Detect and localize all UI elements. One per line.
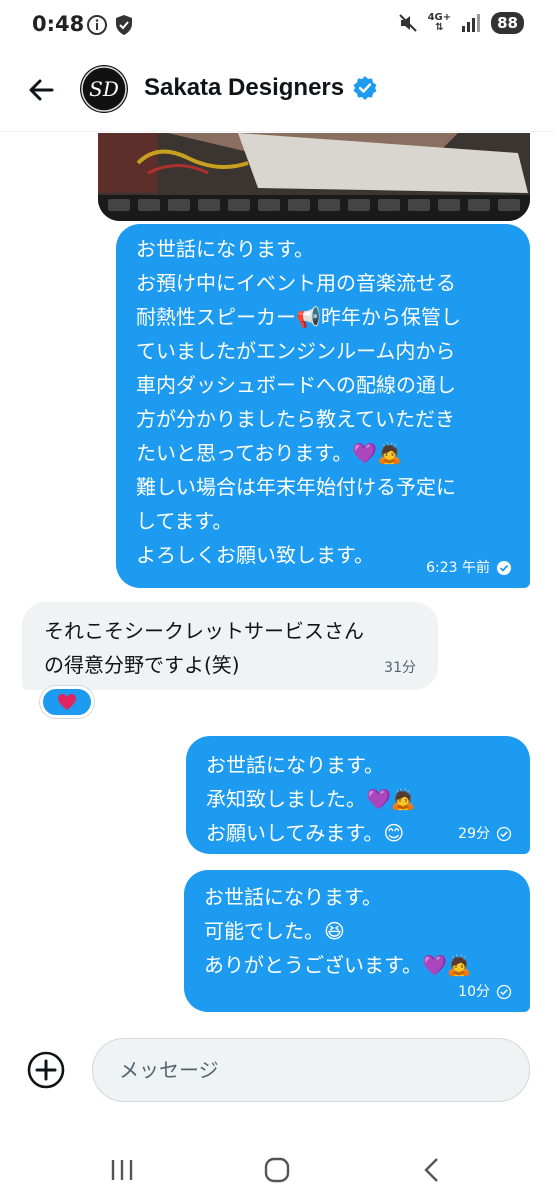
- message-meta: 6:23 午前: [426, 560, 512, 576]
- verified-badge-icon: [353, 76, 377, 100]
- message-time: 29分: [458, 826, 490, 842]
- status-bar: 0:48 4G+ ⇅ 88: [0, 0, 554, 52]
- network-indicator: 4G+ ⇅: [427, 12, 452, 33]
- svg-text:SD: SD: [89, 77, 119, 101]
- message-line: お世話になります。: [204, 885, 382, 909]
- heart-icon: [58, 694, 76, 710]
- home-button[interactable]: [257, 1150, 297, 1190]
- message-line: たいと思っております。💜🙇: [136, 441, 403, 465]
- system-navigation-bar: [0, 1136, 554, 1200]
- message-time: 6:23 午前: [426, 560, 490, 576]
- plus-circle-icon: [27, 1051, 65, 1089]
- message-time: 31分: [384, 660, 416, 676]
- message-line: それこそシークレットサービスさん: [44, 619, 364, 643]
- message-line: 承知致しました。💜🙇: [206, 787, 416, 811]
- battery-indicator: 88: [491, 12, 524, 34]
- arrow-left-icon: [29, 79, 54, 101]
- message-line: の得意分野ですよ(笑): [44, 653, 240, 677]
- message-line: ありがとうございます。💜🙇: [204, 953, 472, 977]
- message-bubble-outgoing[interactable]: お世話になります。 可能でした。😆 ありがとうございます。💜🙇 10分: [184, 870, 530, 1012]
- message-line: してます。: [136, 509, 233, 533]
- mute-icon: [398, 14, 417, 32]
- add-attachment-button[interactable]: [26, 1050, 66, 1090]
- status-time: 0:48: [32, 12, 85, 36]
- avatar[interactable]: SD: [80, 65, 128, 113]
- conversation-header: SD Sakata Designers: [0, 52, 554, 132]
- message-input[interactable]: メッセージ: [92, 1038, 530, 1102]
- message-line: お世話になります。: [206, 753, 384, 777]
- chevron-left-icon: [424, 1158, 438, 1182]
- message-line: 耐熱性スピーカー📢昨年から保管し: [136, 305, 461, 329]
- message-line: 方が分かりましたら教えていただき: [136, 407, 455, 431]
- message-line: 難しい場合は年末年始付ける予定に: [136, 475, 456, 499]
- message-meta: 29分: [458, 826, 512, 842]
- back-nav-button[interactable]: [412, 1150, 452, 1190]
- read-check-icon: [497, 561, 511, 575]
- photo-content: [98, 133, 530, 221]
- shield-icon: [116, 15, 132, 35]
- message-line: お世話になります。: [136, 237, 314, 261]
- message-bubble-outgoing[interactable]: お世話になります。 承知致しました。💜🙇 お願いしてみます。😊 29分: [186, 736, 530, 854]
- back-button[interactable]: [22, 70, 62, 110]
- image-attachment[interactable]: [98, 133, 530, 221]
- info-icon: [87, 15, 107, 35]
- message-bubble-incoming[interactable]: それこそシークレットサービスさん の得意分野ですよ(笑) 31分: [22, 602, 438, 690]
- home-icon: [264, 1157, 290, 1183]
- message-time: 10分: [458, 984, 490, 1000]
- heart-reaction[interactable]: [40, 686, 94, 718]
- message-composer: メッセージ: [0, 1036, 554, 1106]
- sent-check-icon: [496, 826, 512, 842]
- sent-check-icon: [496, 984, 512, 1000]
- message-line: ていましたがエンジンルーム内から: [136, 339, 456, 363]
- sakata-logo-icon: SD: [81, 66, 127, 112]
- recent-apps-button[interactable]: [102, 1150, 142, 1190]
- message-meta: 10分: [458, 984, 512, 1000]
- message-bubble-outgoing[interactable]: お世話になります。 お預け中にイベント用の音楽流せる 耐熱性スピーカー📢昨年から…: [116, 224, 530, 588]
- message-line: 車内ダッシュボードへの配線の通し: [136, 373, 456, 397]
- conversation-title[interactable]: Sakata Designers: [144, 74, 344, 102]
- message-line: 可能でした。😆: [204, 919, 345, 943]
- recent-apps-icon: [111, 1160, 133, 1180]
- message-line: お預け中にイベント用の音楽流せる: [136, 271, 456, 295]
- signal-icon: [462, 14, 481, 32]
